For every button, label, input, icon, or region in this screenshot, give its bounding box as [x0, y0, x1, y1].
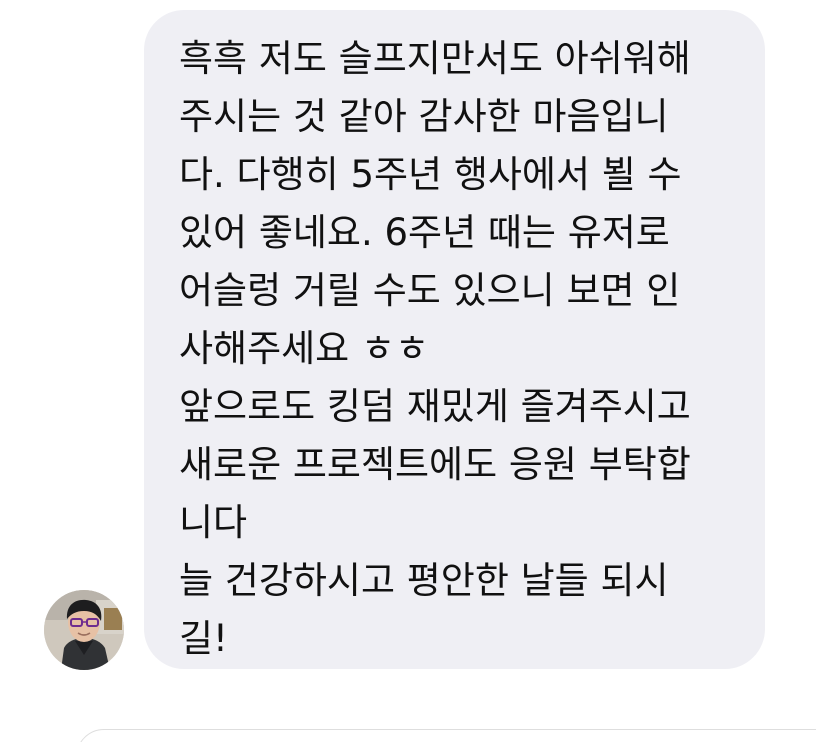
message-line: 새로운 프로젝트에도 응원 부탁합: [179, 443, 691, 486]
sender-avatar[interactable]: [44, 590, 124, 670]
message-bubble[interactable]: 흑흑 저도 슬프지만서도 아쉬워해 주시는 것 같아 감사한 마음입니 다. 다…: [144, 10, 765, 669]
message-composer[interactable]: [76, 729, 816, 742]
message-line: 사해주세요 ㅎㅎ: [179, 327, 430, 370]
avatar-photo: [44, 590, 124, 670]
message-line: 흑흑 저도 슬프지만서도 아쉬워해: [179, 37, 691, 80]
message-line: 앞으로도 킹덤 재밌게 즐겨주시고: [179, 385, 691, 428]
incoming-message-row: 흑흑 저도 슬프지만서도 아쉬워해 주시는 것 같아 감사한 마음입니 다. 다…: [0, 0, 816, 700]
chat-screen: 흑흑 저도 슬프지만서도 아쉬워해 주시는 것 같아 감사한 마음입니 다. 다…: [0, 0, 816, 742]
message-line: 어슬렁 거릴 수도 있으니 보면 인: [179, 269, 681, 312]
message-line: 주시는 것 같아 감사한 마음입니: [179, 95, 669, 138]
message-line: 있어 좋네요. 6주년 때는 유저로: [179, 211, 670, 254]
message-line: 다. 다행히 5주년 행사에서 뵐 수: [179, 153, 682, 196]
message-line: 니다: [179, 501, 248, 544]
message-line: 길!: [179, 617, 228, 660]
message-line: 늘 건강하시고 평안한 날들 되시: [179, 559, 669, 602]
